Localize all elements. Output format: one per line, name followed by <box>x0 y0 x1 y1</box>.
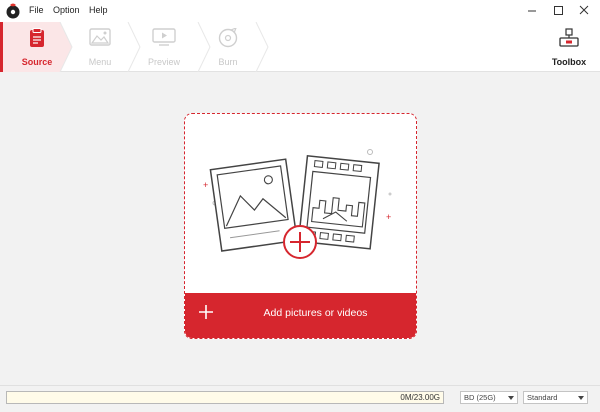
step-burn[interactable]: Burn <box>202 22 254 72</box>
maximize-button[interactable] <box>546 0 570 22</box>
add-media-button[interactable]: Add pictures or videos <box>185 293 416 338</box>
status-bar: 0M/23.00G BD (25G) Standard <box>0 385 600 412</box>
step-source-label: Source <box>21 57 53 67</box>
menu-option[interactable]: Option <box>53 5 80 15</box>
step-source[interactable]: Source <box>3 22 71 72</box>
toolbox-button[interactable]: Toolbox <box>538 22 600 72</box>
source-icon <box>30 28 44 47</box>
step-preview-label: Preview <box>147 57 180 67</box>
maximize-icon <box>554 6 563 15</box>
title-bar: File Option Help <box>0 0 600 22</box>
toolbox-label: Toolbox <box>551 57 587 67</box>
disc-type-value: BD (25G) <box>464 393 496 402</box>
add-media-label: Add pictures or videos <box>263 307 368 319</box>
chevron-down-icon <box>508 396 514 400</box>
disc-type-select[interactable]: BD (25G) <box>460 391 518 404</box>
step-toolbar: Source Menu Preview Burn Toolbox <box>0 22 600 72</box>
minimize-icon <box>528 10 536 12</box>
toolbox-icon <box>559 28 579 47</box>
add-media-illustration: + + <box>203 149 392 259</box>
app-logo-icon <box>6 3 20 19</box>
close-icon <box>579 5 589 15</box>
svg-text:+: + <box>386 212 391 222</box>
quality-select[interactable]: Standard <box>523 391 588 404</box>
menu-template-icon <box>89 28 111 46</box>
burn-disc-icon <box>218 28 238 48</box>
minimize-button[interactable] <box>520 0 544 22</box>
menu-help[interactable]: Help <box>89 5 108 15</box>
step-menu-label: Menu <box>88 57 112 67</box>
svg-text:+: + <box>203 180 208 190</box>
preview-icon <box>152 28 176 46</box>
quality-value: Standard <box>527 393 558 402</box>
close-button[interactable] <box>572 0 596 22</box>
main-area: + + Add pictures or videos <box>0 73 600 385</box>
step-menu[interactable]: Menu <box>72 22 128 72</box>
menu-file[interactable]: File <box>29 5 44 15</box>
disc-capacity-bar: 0M/23.00G <box>6 391 444 404</box>
step-preview[interactable]: Preview <box>134 22 194 72</box>
capacity-text: 0M/23.00G <box>400 393 440 402</box>
media-drop-area[interactable]: + + Add pictures or videos <box>184 113 417 339</box>
chevron-down-icon <box>578 396 584 400</box>
step-burn-label: Burn <box>218 57 238 67</box>
